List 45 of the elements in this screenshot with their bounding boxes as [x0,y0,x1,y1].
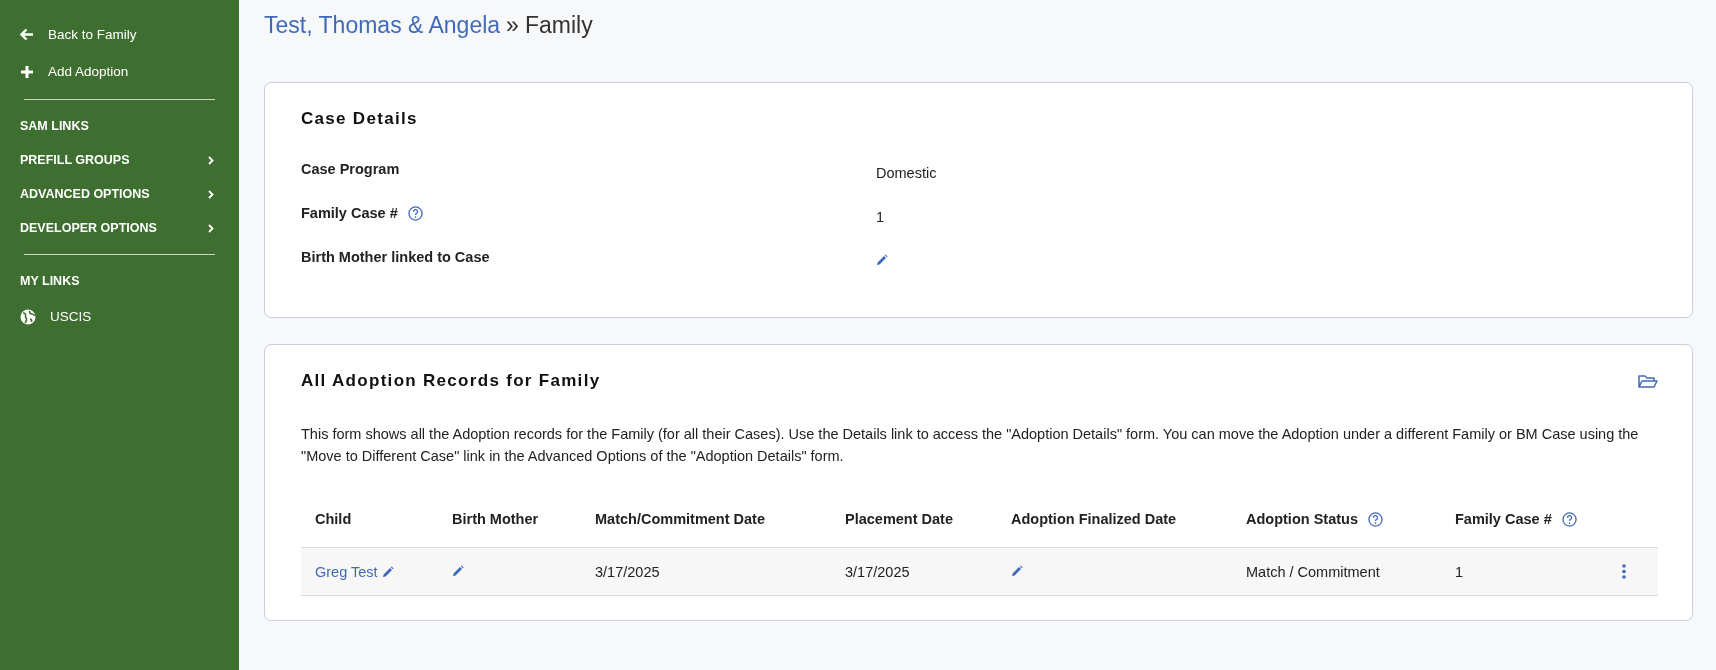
help-icon[interactable] [1561,511,1577,527]
sidebar-menu-item[interactable]: DEVELOPER OPTIONS [20,211,239,245]
sidebar-link[interactable]: USCIS [20,298,239,335]
table-cell-text: Match / Commitment [1246,563,1381,580]
table-cell-text: 1 [1455,563,1465,580]
edit-icon[interactable] [1011,564,1023,577]
breadcrumb-separator: » [506,12,519,39]
field-value: 1 [876,208,886,225]
child-link[interactable]: Greg Test [315,563,378,580]
field-label: Family Case # [301,205,398,221]
column-header: Match/Commitment Date [595,511,765,527]
folder-icon[interactable] [1638,373,1658,389]
sidebar-section-heading: MY LINKS [20,273,81,290]
column-header: Adoption Status [1246,511,1358,527]
help-icon[interactable] [407,205,423,221]
globe-icon [20,308,36,325]
column-header: Child [315,511,352,527]
column-header: Birth Mother [452,511,539,527]
plus-icon [20,64,34,79]
field-label: Case Program [301,161,400,177]
page-title: Family [524,12,593,39]
sidebar-link[interactable]: Add Adoption [20,53,239,90]
column-header: Placement Date [845,511,953,527]
edit-icon[interactable] [876,254,888,266]
edit-icon[interactable] [452,564,464,577]
field-value: Domestic [876,164,938,181]
chevron-right-icon [208,189,214,199]
field-label: Birth Mother linked to Case [301,249,490,265]
help-icon[interactable] [1367,511,1383,527]
arrow-left-icon [20,28,34,41]
table-cell-text: 3/17/2025 [845,563,911,580]
card-title: Case Details [301,109,418,129]
chevron-right-icon [208,223,214,233]
table-cell-text: 3/17/2025 [595,563,661,580]
sidebar-menu-item[interactable]: ADVANCED OPTIONS [20,177,239,211]
description-text: This form shows all the Adoption records for the Family (for all their Cases). Use the Details link to access the "Adoption Details" form. You can move the Adoption under a different Family or BM Case using the "Move to Different Case" link in the Advanced Options of the "Adoption Details" form. [301,425,1640,466]
sidebar-link[interactable]: Back to Family [20,16,239,53]
edit-icon[interactable] [381,565,394,578]
sidebar-section-heading: SAM LINKS [20,118,90,135]
column-header: Family Case # [1455,511,1552,527]
sidebar-menu-item[interactable]: PREFILL GROUPS [20,143,239,177]
chevron-right-icon [208,155,214,165]
breadcrumb-link[interactable]: Test, Thomas & Angela [264,12,501,39]
card-title: All Adoption Records for Family [301,371,601,391]
column-header: Adoption Finalized Date [1011,511,1177,527]
